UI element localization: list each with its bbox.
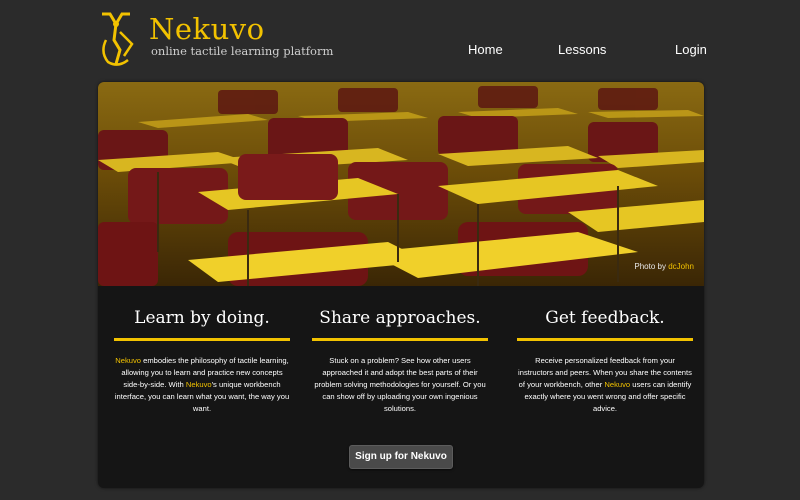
classroom-desks-image — [98, 86, 704, 286]
feature-share-approaches: Share approaches. Stuck on a problem? Se… — [312, 308, 488, 415]
brand-name[interactable]: Nekuvo — [149, 12, 265, 46]
feature-title: Learn by doing. — [114, 308, 290, 341]
hero-photo: Photo by dcJohn — [98, 82, 704, 286]
feature-title: Get feedback. — [517, 308, 693, 341]
feature-description: Receive personalized feedback from your … — [517, 355, 693, 415]
photo-credit-prefix: Photo by — [634, 262, 669, 271]
feature-description: Stuck on a problem? See how other users … — [314, 356, 486, 413]
brand-tagline: online tactile learning platform — [151, 44, 334, 58]
brand-highlight: Nekuvo — [115, 356, 141, 365]
feature-description: Nekuvo embodies the philosophy of tactil… — [114, 355, 290, 415]
feature-get-feedback: Get feedback. Receive personalized feedb… — [517, 308, 693, 415]
nekuvo-logo-icon[interactable] — [96, 10, 142, 68]
content-panel: Photo by dcJohn Learn by doing. Nekuvo e… — [98, 82, 704, 488]
photo-credit: Photo by dcJohn — [634, 262, 694, 271]
nav-lessons-link[interactable]: Lessons — [558, 42, 606, 57]
feature-learn-by-doing: Learn by doing. Nekuvo embodies the phil… — [114, 308, 290, 415]
signup-button[interactable]: Sign up for Nekuvo — [349, 445, 453, 469]
brand-highlight: Nekuvo — [185, 380, 212, 389]
header: Nekuvo online tactile learning platform … — [0, 0, 800, 80]
feature-title: Share approaches. — [312, 308, 488, 341]
photo-credit-author-link[interactable]: dcJohn — [668, 262, 694, 271]
nav-login-link[interactable]: Login — [675, 42, 707, 57]
nav-home-link[interactable]: Home — [468, 42, 503, 57]
brand-highlight: Nekuvo — [604, 380, 631, 389]
